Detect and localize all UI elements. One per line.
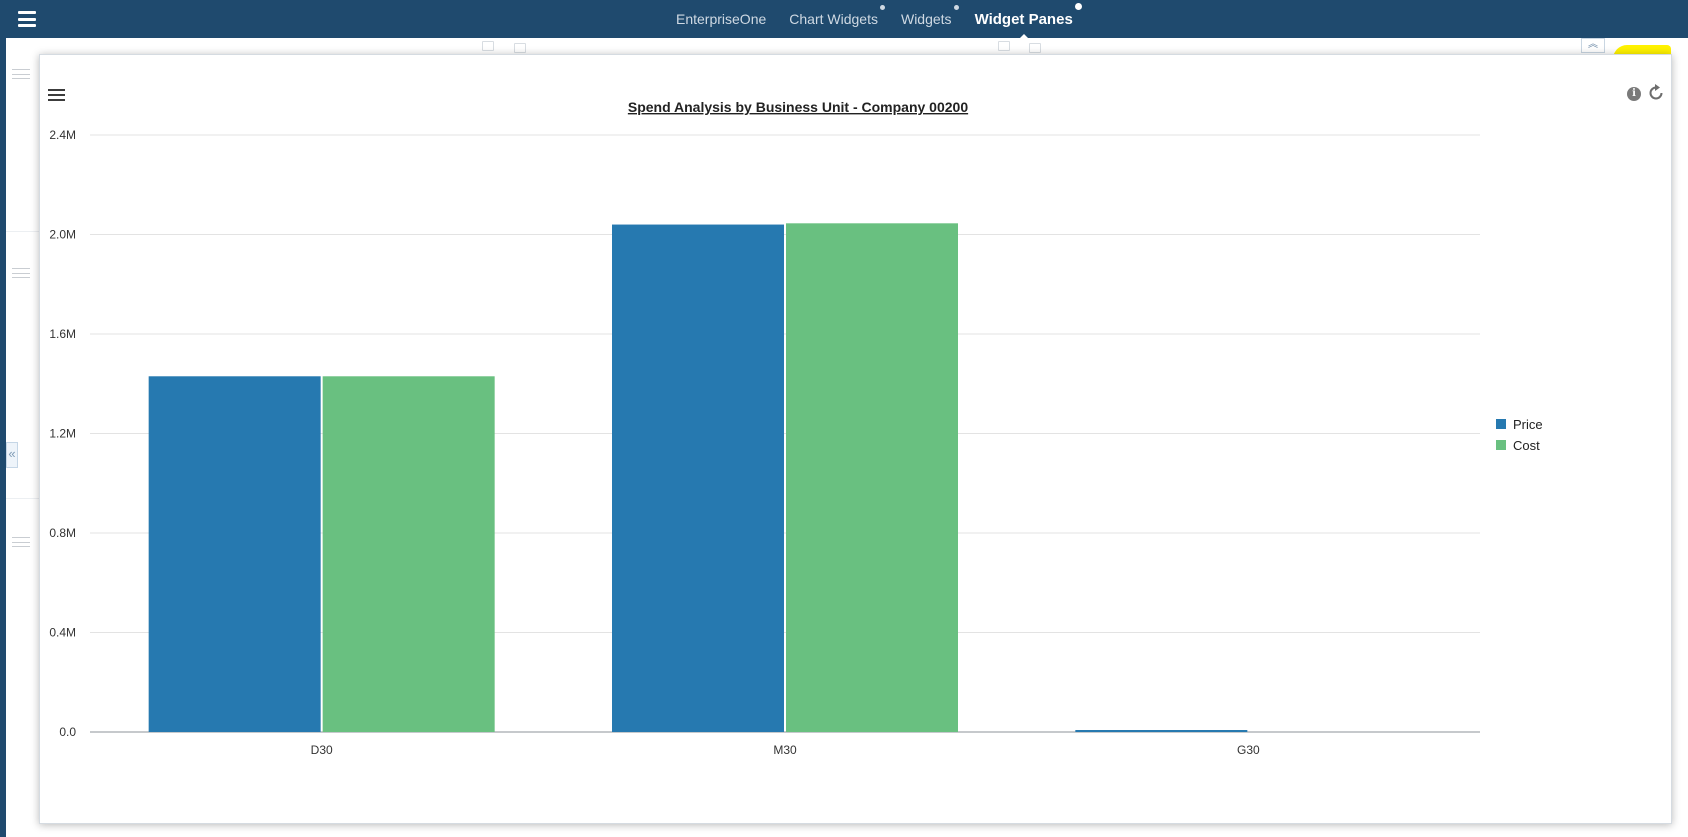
bar-price-d30 [148,376,321,732]
tab-indicator-dot [953,5,959,10]
hamburger-menu-icon[interactable] [18,11,36,27]
tab-indicator-dot [879,5,885,10]
top-navigation-bar: EnterpriseOne Chart Widgets Widgets Widget … [0,0,1688,41]
pane-divider [6,498,40,499]
x-tick-label: M30 [773,743,797,757]
faded-widget-icon [1029,43,1041,53]
y-tick-label: 1.2M [49,427,76,441]
faded-widget-icon [482,41,494,51]
legend-label-cost: Cost [1513,438,1540,453]
tab-label: Widgets [900,11,952,27]
spend-analysis-chart: Spend Analysis by Business Unit - Compan… [49,99,1543,757]
bar-cost-d30 [322,376,495,732]
chart-widget-panel: i Spend Analysis by Business Unit - Comp… [39,54,1672,824]
y-tick-label: 1.6M [49,327,76,341]
legend-label-price: Price [1513,417,1543,432]
tab-widget-panes[interactable]: Widget Panes [974,2,1082,41]
nav-tabs: EnterpriseOne Chart Widgets Widgets Widget … [676,0,1096,41]
double-chevron-up-icon[interactable]: ︽ [1581,38,1605,53]
bar-price-g30 [1075,730,1248,732]
chart-title: Spend Analysis by Business Unit - Compan… [628,99,968,115]
pane-drag-handle-icon[interactable] [12,69,30,79]
bar-cost-m30 [786,223,958,732]
pane-drag-handle-icon[interactable] [12,537,30,547]
pane-divider [6,231,40,232]
x-tick-label: D30 [311,743,333,757]
y-tick-label: 0.4M [49,626,76,640]
y-tick-label: 0.8M [49,526,76,540]
pane-drag-handle-icon[interactable] [12,268,30,278]
y-tick-label: 0.0 [59,725,76,739]
tab-indicator-dot [1074,2,1082,10]
y-tick-label: 2.0M [49,228,76,242]
y-tick-label: 2.4M [49,128,76,142]
tab-enterpriseone[interactable]: EnterpriseOne [676,11,766,27]
x-tick-label: G30 [1237,743,1260,757]
legend-swatch-price [1496,419,1506,429]
tab-label: Widget Panes [974,10,1073,28]
tab-chart-widgets[interactable]: Chart Widgets [789,5,885,27]
faded-widget-icon [998,41,1010,51]
tab-widgets[interactable]: Widgets [900,5,959,27]
tab-label: Chart Widgets [789,11,878,27]
tab-label: EnterpriseOne [676,11,767,27]
bar-price-m30 [612,224,784,733]
double-chevron-left-icon[interactable]: « [6,442,18,468]
faded-widget-icon [514,43,526,53]
legend-swatch-cost [1496,440,1506,450]
